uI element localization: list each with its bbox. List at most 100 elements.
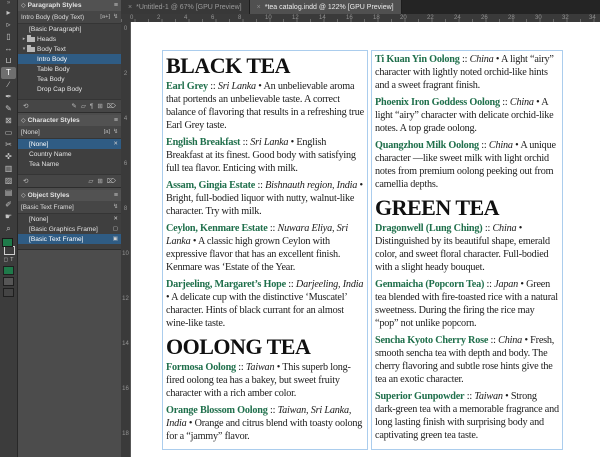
- panel-collapse-icon[interactable]: ◇: [21, 2, 26, 9]
- delete-style-icon[interactable]: ⌦: [107, 177, 116, 185]
- tea-description: Orange and citrus blend with toasty oolo…: [166, 418, 363, 442]
- tab-tea-catalog[interactable]: × *tea catalog.indd @ 122% [GPU Preview]: [249, 0, 402, 14]
- tea-name: Quangzhou Milk Oolong: [375, 140, 479, 151]
- separator: ::: [478, 140, 489, 151]
- content-collector-tool[interactable]: ⊔: [1, 55, 16, 67]
- apply-color-button[interactable]: [3, 266, 14, 275]
- tea-name: English Breakfast: [166, 137, 241, 148]
- selection-tool[interactable]: ▸: [1, 7, 16, 19]
- separator: ::: [240, 137, 251, 148]
- style-badge-icon: [a]: [103, 129, 111, 135]
- bullet: •: [518, 279, 527, 290]
- apply-none-button[interactable]: [3, 288, 14, 297]
- fill-stroke-swatches[interactable]: [1, 238, 16, 255]
- ruler-number: 18: [373, 15, 380, 21]
- panel-menu-icon[interactable]: ≡: [114, 2, 118, 9]
- vertical-ruler[interactable]: 0 2 4 6 8 10 12 14 16 18: [121, 22, 131, 457]
- style-item-paragraph-styles[interactable]: ▾ Body Text: [18, 44, 121, 54]
- stroke-swatch[interactable]: [4, 246, 15, 255]
- create-new-style-icon[interactable]: ⊞: [97, 177, 102, 185]
- style-item-paragraph-styles[interactable]: Drop Cap Body: [18, 84, 121, 94]
- tea-origin: Sri Lanka: [217, 81, 256, 92]
- style-item-paragraph-styles[interactable]: Tea Body: [18, 74, 121, 84]
- style-item-object-styles[interactable]: [Basic Graphics Frame] ▢: [18, 224, 121, 234]
- style-item-paragraph-styles[interactable]: [Basic Paragraph]: [18, 24, 121, 34]
- redefine-style-icon[interactable]: ⟲: [23, 102, 28, 110]
- zoom-tool[interactable]: ⌕: [1, 223, 16, 235]
- type-tool[interactable]: T: [1, 67, 16, 79]
- text-frame-left-column[interactable]: BLACK TEA Earl Grey :: Sri Lanka • An unb…: [162, 50, 368, 450]
- text-frame-right-column[interactable]: Ti Kuan Yin Oolong :: China • A light “a…: [371, 50, 563, 450]
- panel-menu-icon[interactable]: ≡: [114, 192, 118, 199]
- page-tool[interactable]: ▯: [1, 31, 16, 43]
- separator: ::: [267, 405, 278, 416]
- tea-entry: Genmaicha (Popcorn Tea) :: Japan • Green…: [375, 278, 559, 330]
- free-transform-tool[interactable]: ✜: [1, 151, 16, 163]
- ruler-number: 0: [123, 26, 128, 32]
- scissors-tool[interactable]: ✂: [1, 139, 16, 151]
- page-canvas[interactable]: BLACK TEA Earl Grey :: Sri Lanka • An unb…: [130, 22, 600, 457]
- style-item-right-icon: ▣: [112, 236, 118, 242]
- panel-header-paragraph-styles[interactable]: ◇ Paragraph Styles ≡: [18, 0, 121, 11]
- redefine-style-icon[interactable]: ⟲: [23, 177, 28, 185]
- fill-swatch[interactable]: [2, 238, 13, 247]
- style-item-paragraph-styles[interactable]: Table Body: [18, 64, 121, 74]
- panel-object-styles: ◇ Object Styles ≡ [Basic Text Frame] ↯ [None]…: [18, 190, 121, 250]
- style-item-paragraph-styles[interactable]: ▸ Heads: [18, 34, 121, 44]
- ruler-number: 8: [123, 206, 128, 212]
- style-item-character-styles[interactable]: [None] ✕: [18, 139, 121, 149]
- panel-header-object-styles[interactable]: ◇ Object Styles ≡: [18, 190, 121, 201]
- ruler-number: 4: [184, 15, 188, 21]
- panel-collapse-icon[interactable]: ◇: [21, 117, 26, 124]
- ruler-number: 22: [427, 15, 434, 21]
- direct-selection-tool[interactable]: ▹: [1, 19, 16, 31]
- gradient-swatch-tool[interactable]: ▥: [1, 163, 16, 175]
- panel-header-character-styles[interactable]: ◇ Character Styles ≡: [18, 115, 121, 126]
- pen-tool[interactable]: ✒: [1, 91, 16, 103]
- rectangle-tool[interactable]: ▭: [1, 127, 16, 139]
- hand-tool[interactable]: ☛: [1, 211, 16, 223]
- current-style-label: [None]: [21, 128, 40, 136]
- toolbar-collapse-icon[interactable]: »: [0, 0, 17, 7]
- style-item-character-styles[interactable]: Tea Name: [18, 159, 121, 169]
- new-style-group-icon[interactable]: ▱: [88, 177, 93, 185]
- tea-name: Ti Kuan Yin Oolong: [375, 54, 460, 65]
- style-item-object-styles[interactable]: [Basic Text Frame] ▣: [18, 234, 121, 244]
- style-item-character-styles[interactable]: Country Name: [18, 149, 121, 159]
- ruler-number: 2: [157, 15, 161, 21]
- tea-description: Distinguished by its beautiful shape, em…: [375, 236, 550, 273]
- tea-origin: Japan: [494, 279, 519, 290]
- bullet: •: [493, 54, 502, 65]
- tea-name: Formosa Oolong: [166, 362, 236, 373]
- apply-gradient-button[interactable]: [3, 277, 14, 286]
- current-style-badges: ↯: [113, 204, 118, 210]
- panel-character-styles: ◇ Character Styles ≡ [None] [a] ↯ [None] ✕ Count…: [18, 115, 121, 188]
- gradient-feather-tool[interactable]: ▨: [1, 175, 16, 187]
- eyedropper-tool[interactable]: ✐: [1, 199, 16, 211]
- paragraph-options-icon[interactable]: ¶: [90, 103, 94, 110]
- pencil-tool[interactable]: ✎: [1, 103, 16, 115]
- note-tool[interactable]: ▤: [1, 187, 16, 199]
- gap-tool[interactable]: ↔: [1, 43, 16, 55]
- style-item-paragraph-styles[interactable]: Intro Body: [18, 54, 121, 64]
- formatting-affects-toggle[interactable]: ◻ T: [0, 256, 17, 264]
- clear-overrides-icon[interactable]: ✎: [71, 102, 76, 110]
- rectangle-frame-tool[interactable]: ⊠: [1, 115, 16, 127]
- tea-entry: Darjeeling, Margaret’s Hope :: Darjeelin…: [166, 278, 364, 330]
- tab-untitled[interactable]: × *Untitled-1 @ 67% [GPU Preview]: [121, 0, 250, 14]
- ruler-number: 28: [508, 15, 515, 21]
- tab-close-icon[interactable]: ×: [257, 4, 261, 11]
- line-tool[interactable]: ∕: [1, 79, 16, 91]
- create-new-style-icon[interactable]: ⊞: [97, 102, 102, 110]
- delete-style-icon[interactable]: ⌦: [107, 102, 116, 110]
- panel-menu-icon[interactable]: ≡: [114, 117, 118, 124]
- panel-collapse-icon[interactable]: ◇: [21, 192, 26, 199]
- new-style-group-icon[interactable]: ▱: [81, 102, 86, 110]
- section-heading: OOLONG TEA: [166, 334, 311, 359]
- current-style-label: [Basic Text Frame]: [21, 203, 74, 211]
- tab-close-icon[interactable]: ×: [128, 4, 132, 11]
- tea-name: Sencha Kyoto Cherry Rose: [375, 335, 489, 346]
- style-item-right-icon: ✕: [113, 216, 118, 222]
- formatting-icon: ◻: [3, 257, 9, 263]
- style-item-object-styles[interactable]: [None] ✕: [18, 214, 121, 224]
